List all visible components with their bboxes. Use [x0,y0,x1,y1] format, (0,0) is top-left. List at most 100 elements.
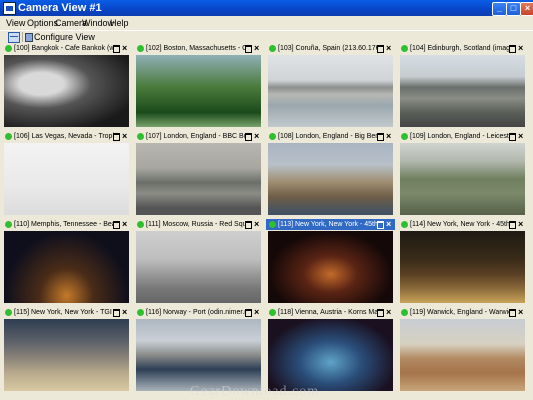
camera-tile[interactable]: [104] Edinburgh, Scotland (images.ear × [398,43,527,129]
camera-tile[interactable]: [115] New York, New York - TGI Friday × [2,307,131,393]
camera-tile-header[interactable]: [115] New York, New York - TGI Friday × [2,307,131,318]
close-tile-icon[interactable]: × [386,307,391,318]
layout-view-icon[interactable] [8,32,20,43]
camera-tile[interactable]: [100] Bangkok - Cafe Bankok (www.m × [2,43,131,129]
camera-tile[interactable]: [111] Moscow, Russia - Red Square ( × [134,219,263,305]
camera-tile-header[interactable]: [110] Memphis, Tennessee - Beale Stre × [2,219,131,230]
close-tile-icon[interactable]: × [518,43,523,54]
close-tile-icon[interactable]: × [386,219,391,230]
close-tile-icon[interactable]: × [122,219,127,230]
camera-tile-header[interactable]: [108] London, England - Big Ben (65.2 × [266,131,395,142]
camera-feed-image[interactable] [400,319,525,391]
camera-feed-image[interactable] [4,55,129,127]
maximize-tile-icon[interactable] [509,45,516,53]
camera-label: [100] Bangkok - Cafe Bankok (www.m [14,45,114,52]
camera-tile[interactable]: [102] Boston, Massachusetts - Goldie × [134,43,263,129]
camera-tile[interactable]: [118] Vienna, Austria - Korns Mal Vorbe × [266,307,395,393]
camera-tile-header[interactable]: [102] Boston, Massachusetts - Goldie × [134,43,263,54]
camera-tile-header[interactable]: [118] Vienna, Austria - Korns Mal Vorbe × [266,307,395,318]
maximize-tile-icon[interactable] [113,221,120,229]
maximize-tile-icon[interactable] [377,309,384,317]
menu-help[interactable]: Help [110,17,129,29]
live-status-icon [137,133,144,140]
camera-feed-image[interactable] [136,55,261,127]
title-bar[interactable]: Camera View #1 _ □ × [0,0,533,16]
camera-tile-header[interactable]: [107] London, England - BBC Bush Hou × [134,131,263,142]
minimize-button[interactable]: _ [492,2,507,16]
camera-tile-header[interactable]: [116] Norway - Port (odin.nimer.no) × [134,307,263,318]
camera-tile-header[interactable]: [104] Edinburgh, Scotland (images.ear × [398,43,527,54]
camera-label: [104] Edinburgh, Scotland (images.ear [410,45,510,52]
live-status-icon [5,133,12,140]
maximize-tile-icon[interactable] [113,133,120,141]
close-tile-icon[interactable]: × [518,131,523,142]
camera-tile[interactable]: [119] Warwick, England - Warwick Univ × [398,307,527,393]
camera-tile[interactable]: [107] London, England - BBC Bush Hou × [134,131,263,217]
camera-feed-image[interactable] [400,143,525,215]
maximize-tile-icon[interactable] [377,133,384,141]
camera-tile[interactable]: [113] New York, New York - 45th and × [266,219,395,305]
camera-feed-image[interactable] [136,319,261,391]
maximize-tile-icon[interactable] [377,45,384,53]
camera-tile-header[interactable]: [114] New York, New York - 45th and × [398,219,527,230]
maximize-tile-icon[interactable] [509,221,516,229]
camera-feed-image[interactable] [268,231,393,303]
camera-feed-image[interactable] [4,319,129,391]
camera-feed-image[interactable] [136,143,261,215]
close-tile-icon[interactable]: × [254,307,259,318]
menu-view[interactable]: View [6,17,25,29]
camera-tile-header[interactable]: [111] Moscow, Russia - Red Square ( × [134,219,263,230]
maximize-tile-icon[interactable] [509,309,516,317]
close-window-button[interactable]: × [520,2,533,16]
maximize-tile-icon[interactable] [245,309,252,317]
camera-feed-image[interactable] [268,143,393,215]
camera-tile[interactable]: [114] New York, New York - 45th and × [398,219,527,305]
configure-view-button[interactable]: Configure View [34,31,95,43]
maximize-tile-icon[interactable] [377,221,384,229]
camera-tile-header[interactable]: [109] London, England - Leicester Squ × [398,131,527,142]
camera-tile[interactable]: [103] Coruña, Spain (213.60.176.19) × [266,43,395,129]
close-tile-icon[interactable]: × [386,131,391,142]
close-tile-icon[interactable]: × [254,43,259,54]
close-tile-icon[interactable]: × [122,43,127,54]
camera-label: [108] London, England - Big Ben (65.2 [278,133,378,140]
camera-tile[interactable]: [106] Las Vegas, Nevada - Tropicana I × [2,131,131,217]
maximize-tile-icon[interactable] [509,133,516,141]
close-tile-icon[interactable]: × [122,131,127,142]
close-tile-icon[interactable]: × [254,131,259,142]
camera-label: [103] Coruña, Spain (213.60.176.19) [278,45,378,52]
maximize-tile-icon[interactable] [113,45,120,53]
maximize-tile-icon[interactable] [245,133,252,141]
camera-feed-image[interactable] [4,231,129,303]
menu-options[interactable]: Options [27,17,58,29]
maximize-tile-icon[interactable] [113,309,120,317]
window-title: Camera View #1 [18,2,102,14]
camera-tile[interactable]: [116] Norway - Port (odin.nimer.no) × [134,307,263,393]
camera-tile-header[interactable]: [113] New York, New York - 45th and × [266,219,395,230]
watermark-text: GearDownload.com [190,384,320,399]
camera-tile-header[interactable]: [106] Las Vegas, Nevada - Tropicana I × [2,131,131,142]
camera-feed-image[interactable] [400,55,525,127]
maximize-tile-icon[interactable] [245,45,252,53]
camera-tile[interactable]: [108] London, England - Big Ben (65.2 × [266,131,395,217]
close-tile-icon[interactable]: × [386,43,391,54]
camera-tile-header[interactable]: [103] Coruña, Spain (213.60.176.19) × [266,43,395,54]
camera-feed-image[interactable] [4,143,129,215]
camera-tile-header[interactable]: [100] Bangkok - Cafe Bankok (www.m × [2,43,131,54]
close-tile-icon[interactable]: × [122,307,127,318]
close-tile-icon[interactable]: × [518,307,523,318]
camera-feed-image[interactable] [268,55,393,127]
camera-feed-image[interactable] [136,231,261,303]
configure-view-icon[interactable] [25,33,33,42]
camera-label: [111] Moscow, Russia - Red Square ( [146,221,246,228]
camera-feed-image[interactable] [400,231,525,303]
camera-tile-header[interactable]: [119] Warwick, England - Warwick Univ × [398,307,527,318]
camera-feed-image[interactable] [268,319,393,391]
close-tile-icon[interactable]: × [254,219,259,230]
close-tile-icon[interactable]: × [518,219,523,230]
camera-tile[interactable]: [109] London, England - Leicester Squ × [398,131,527,217]
live-status-icon [5,309,12,316]
maximize-button[interactable]: □ [506,2,521,16]
maximize-tile-icon[interactable] [245,221,252,229]
camera-tile[interactable]: [110] Memphis, Tennessee - Beale Stre × [2,219,131,305]
